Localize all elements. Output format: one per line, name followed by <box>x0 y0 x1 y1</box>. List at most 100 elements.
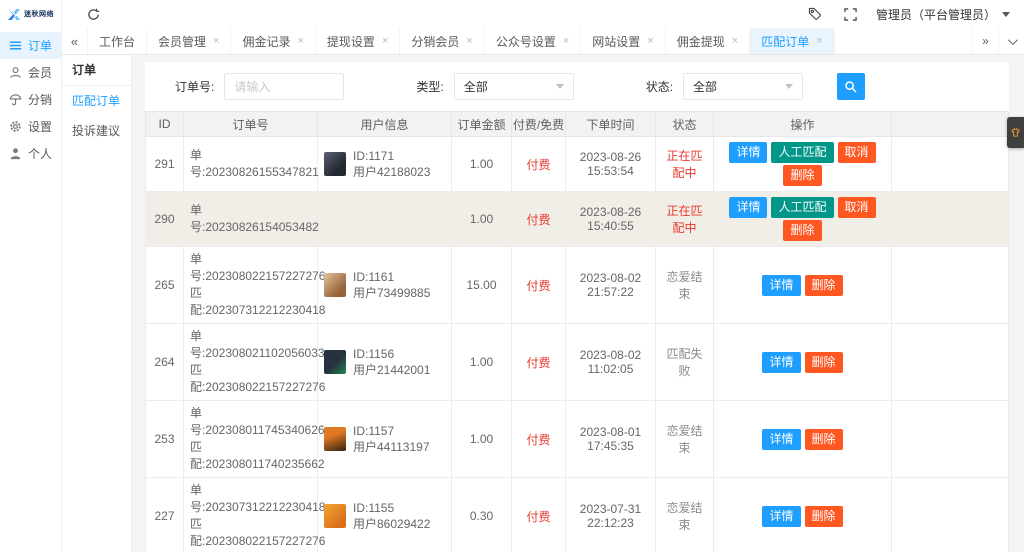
tab-匹配订单[interactable]: 匹配订单 × <box>750 28 835 54</box>
action-button-删除[interactable]: 删除 <box>804 505 843 527</box>
tab-佣金记录[interactable]: 佣金记录 × <box>231 28 316 54</box>
action-button-详情[interactable]: 详情 <box>762 351 801 373</box>
cell-actions: 详情 删除 <box>713 323 892 401</box>
sidebar-item-label: 个人 <box>28 147 53 161</box>
tab-工作台[interactable]: 工作台 <box>88 28 148 54</box>
match-no: 匹配:202307312212230418 <box>190 286 326 317</box>
close-icon[interactable]: × <box>297 35 303 47</box>
action-button-详情[interactable]: 详情 <box>729 197 768 218</box>
action-button-人工匹配[interactable]: 人工匹配 <box>771 197 834 218</box>
submenu-item-匹配订单[interactable]: 匹配订单 <box>62 86 131 116</box>
action-button-详情[interactable]: 详情 <box>762 274 801 296</box>
column-header: 用户信息 <box>317 111 452 137</box>
order-no-input[interactable] <box>224 73 345 100</box>
tabs-menu-button[interactable] <box>998 28 1024 54</box>
tabs-collapse-button[interactable]: « <box>62 28 88 54</box>
cell-actions: 详情 人工匹配 取消删除 <box>713 136 892 192</box>
tab-label: 分销会员 <box>411 34 460 49</box>
close-icon[interactable]: × <box>563 35 569 47</box>
user-info: ID:1161 用户73499885 <box>324 269 445 301</box>
person-icon <box>9 147 22 160</box>
action-button-删除[interactable]: 删除 <box>804 428 843 450</box>
close-icon[interactable]: × <box>382 35 388 47</box>
cell-fee-type: 付费 <box>511 191 566 247</box>
tab-佣金提现[interactable]: 佣金提现 × <box>666 28 751 54</box>
action-button-取消[interactable]: 取消 <box>837 142 876 163</box>
fullscreen-icon[interactable] <box>840 3 862 25</box>
search-button[interactable] <box>837 73 866 100</box>
action-button-详情[interactable]: 详情 <box>762 428 801 450</box>
sidebar-item-设置[interactable]: 设置 <box>0 113 61 140</box>
user-name: 用户21442001 <box>353 363 431 377</box>
action-button-删除[interactable]: 删除 <box>783 165 822 186</box>
tab-网站设置[interactable]: 网站设置 × <box>581 28 666 54</box>
cell-id: 291 <box>145 136 184 192</box>
type-select[interactable]: 全部 <box>453 73 574 100</box>
close-icon[interactable]: × <box>466 35 472 47</box>
tshirt-icon <box>1011 127 1020 137</box>
order-no: 单号:20230826154053482 <box>190 203 319 234</box>
content-card: 订单号: 类型: 全部 状态: 全部 <box>145 62 1009 552</box>
status-select[interactable]: 全部 <box>683 73 804 100</box>
tag-icon[interactable] <box>804 3 826 25</box>
chevron-down-icon <box>555 84 564 89</box>
cell-filler <box>891 136 1009 192</box>
match-no: 匹配:202308022157227276 <box>190 363 326 394</box>
cell-order-time: 2023-08-02 21:57:22 <box>565 246 656 324</box>
tabs-expand-button[interactable]: » <box>972 28 998 54</box>
cell-actions: 详情 人工匹配 取消删除 <box>713 191 892 247</box>
cell-id: 253 <box>145 400 184 478</box>
column-header: 状态 <box>655 111 714 137</box>
close-icon[interactable]: × <box>213 35 219 47</box>
filter-bar: 订单号: 类型: 全部 状态: 全部 <box>145 62 1009 111</box>
user-text: ID:1171 用户42188023 <box>353 148 430 180</box>
action-button-删除[interactable]: 删除 <box>804 351 843 373</box>
action-button-详情[interactable]: 详情 <box>729 142 768 163</box>
refresh-icon[interactable] <box>82 3 104 25</box>
user-text: ID:1157 用户44113197 <box>353 423 430 455</box>
sidebar-item-label: 设置 <box>28 120 53 134</box>
cell-filler <box>891 323 1009 401</box>
tab-label: 提现设置 <box>326 34 375 49</box>
sidebar-item-会员[interactable]: 会员 <box>0 59 61 86</box>
avatar <box>324 427 346 451</box>
table-row: 265 单号:202308022157227276 匹配:2023073122122… <box>145 246 1009 324</box>
list-icon <box>9 39 22 52</box>
cell-amount: 0.30 <box>451 477 512 552</box>
action-button-删除[interactable]: 删除 <box>804 274 843 296</box>
sidebar-item-分销[interactable]: 分销 <box>0 86 61 113</box>
close-icon[interactable]: × <box>647 35 653 47</box>
user-text: ID:1155 用户86029422 <box>353 500 430 532</box>
cell-fee-type: 付费 <box>511 246 566 324</box>
tab-会员管理[interactable]: 会员管理 × <box>147 28 232 54</box>
user-id: ID:1157 <box>353 424 395 438</box>
cell-order-no: 单号:20230826155347821 <box>183 136 319 192</box>
user-id: ID:1155 <box>353 501 395 515</box>
cell-actions: 详情 删除 <box>713 400 892 478</box>
cell-filler <box>891 477 1009 552</box>
action-button-删除[interactable]: 删除 <box>783 220 822 241</box>
close-icon[interactable]: × <box>732 35 738 47</box>
cell-order-time: 2023-08-26 15:53:54 <box>565 136 656 192</box>
admin-dropdown[interactable]: 管理员（平台管理员） <box>876 6 1010 23</box>
action-button-人工匹配[interactable]: 人工匹配 <box>771 142 834 163</box>
theme-skin-button[interactable] <box>1007 117 1024 148</box>
cell-status: 正在匹配中 <box>655 136 714 192</box>
sidebar-item-订单[interactable]: 订单 <box>0 32 61 59</box>
action-button-取消[interactable]: 取消 <box>837 197 876 218</box>
column-header <box>891 111 1009 137</box>
tab-label: 匹配订单 <box>761 34 810 49</box>
caret-down-icon <box>1002 11 1010 17</box>
tab-公众号设置[interactable]: 公众号设置 × <box>485 28 582 54</box>
column-header: 订单号 <box>183 111 318 137</box>
tab-提现设置[interactable]: 提现设置 × <box>316 28 401 54</box>
action-button-详情[interactable]: 详情 <box>762 505 801 527</box>
user-info: ID:1155 用户86029422 <box>324 500 445 532</box>
submenu-item-投诉建议[interactable]: 投诉建议 <box>62 116 131 146</box>
app-window: 迷秋网络 订单 会员 分销 设置 个人 管理员（平台管理员） « 工作台 会员管… <box>0 0 1024 552</box>
close-icon[interactable]: × <box>816 35 822 47</box>
sidebar-item-个人[interactable]: 个人 <box>0 140 61 167</box>
tab-分销会员[interactable]: 分销会员 × <box>400 28 485 54</box>
order-no: 单号:202308022157227276 <box>190 252 326 283</box>
sidebar-menu: 订单 会员 分销设置个人 <box>0 28 61 167</box>
